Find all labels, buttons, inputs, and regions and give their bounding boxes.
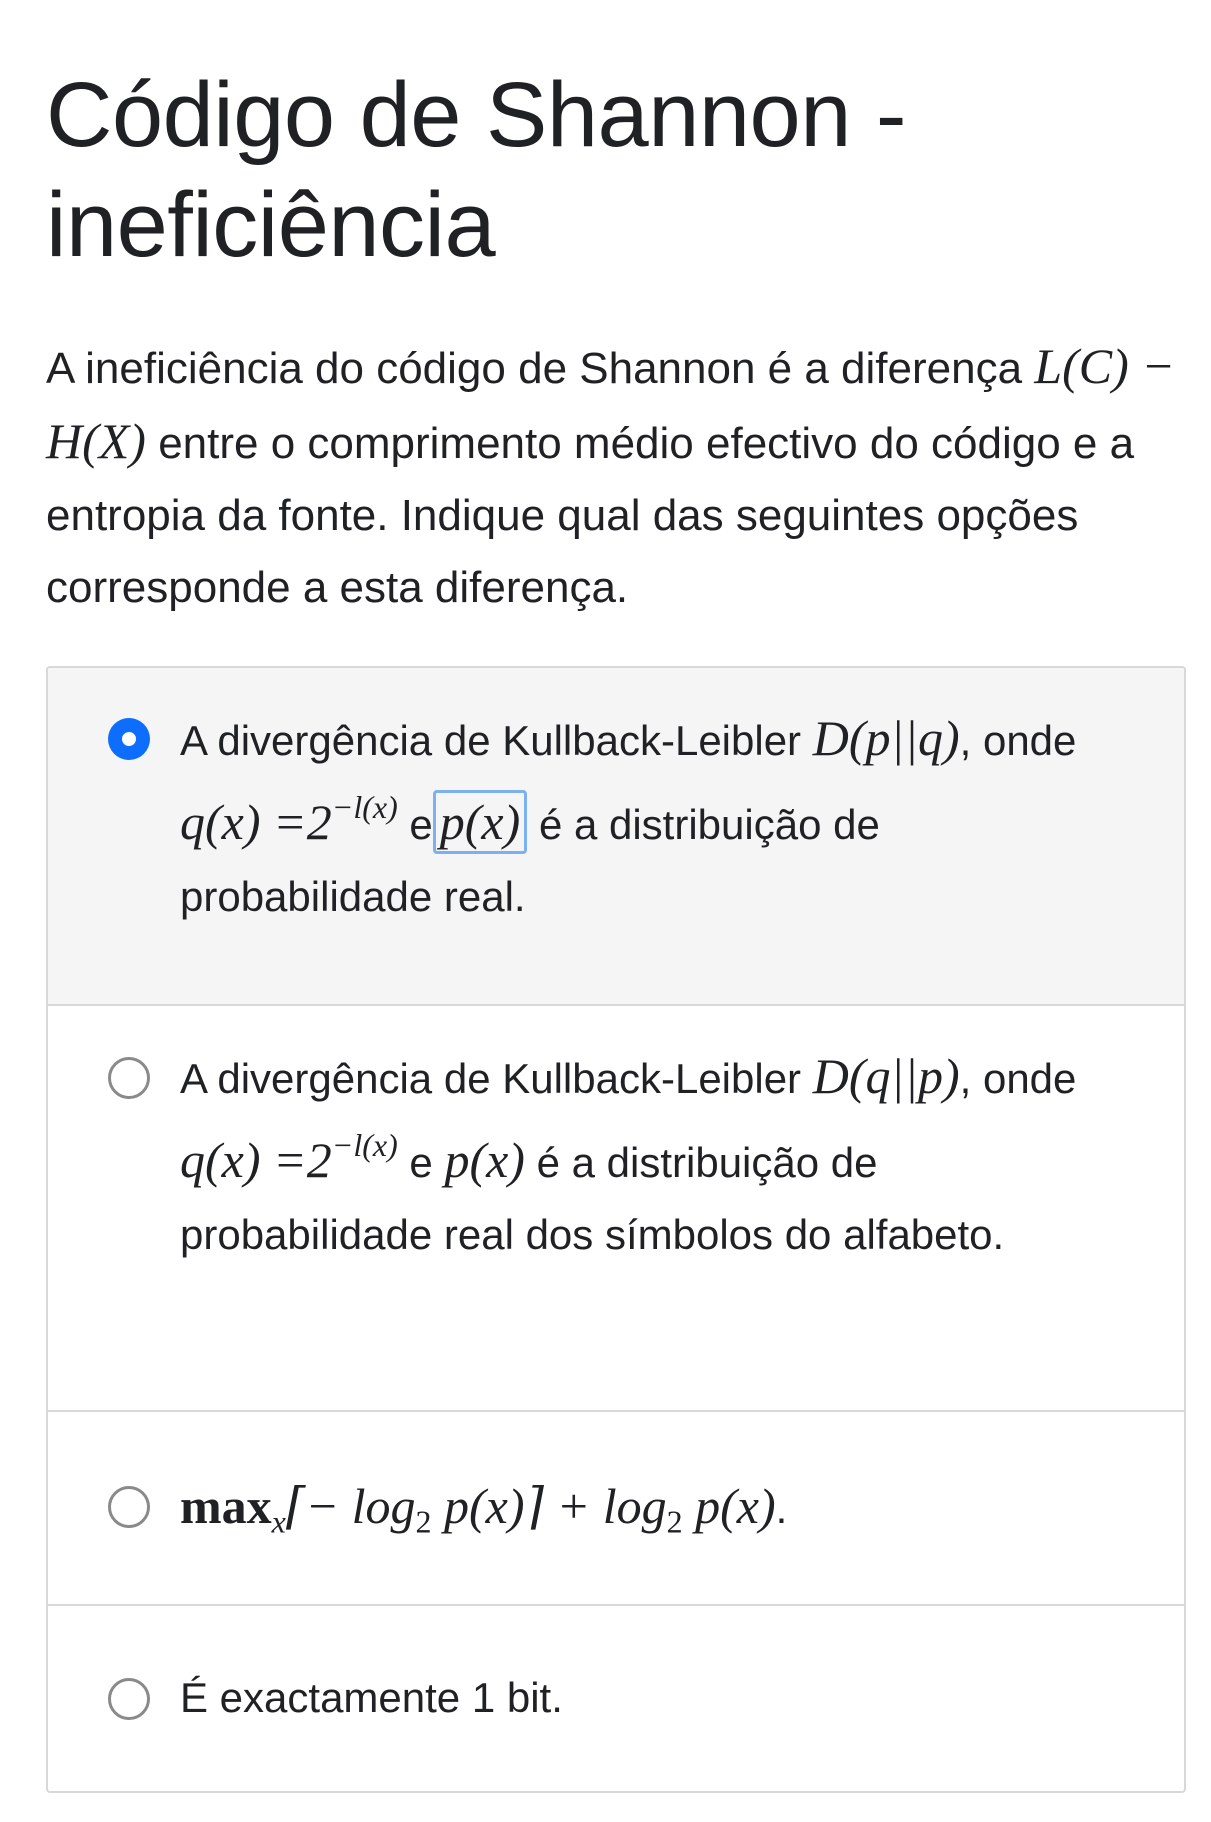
option-math: D(p||q) — [812, 710, 960, 766]
question-text: A ineficiência do código de Shannon é a … — [46, 330, 1176, 624]
option-math: p(x)⌉ + log — [431, 1478, 667, 1534]
option-math-superscript: −l(x) — [331, 789, 398, 825]
page-title: Código de Shannon - ineficiência — [46, 64, 907, 276]
answer-options: A divergência de Kullback-Leibler D(p||q… — [46, 666, 1186, 1793]
option-max-log[interactable]: maxx⌈− log2 p(x)⌉ + log2 p(x). — [48, 1412, 1184, 1606]
option-math: q(x) =2 — [180, 794, 332, 850]
option-math: p(x) — [444, 1132, 525, 1188]
option-text: A divergência de Kullback-Leibler — [180, 717, 802, 764]
question-text-after: entre o comprimento médio efectivo do có… — [46, 419, 1135, 612]
quiz-page: Código de Shannon - ineficiência A inefi… — [0, 0, 1211, 1822]
option-label: A divergência de Kullback-Leibler D(p||q… — [180, 702, 1140, 933]
option-math: ⌈− log — [285, 1478, 416, 1534]
option-text: , onde — [959, 1055, 1077, 1102]
option-label: É exactamente 1 bit. — [180, 1674, 563, 1721]
option-math-subscript: 2 — [666, 1503, 683, 1540]
highlighted-math: p(x) — [432, 790, 528, 854]
option-kl-pq[interactable]: A divergência de Kullback-Leibler D(p||q… — [48, 668, 1184, 1006]
radio-unselected-icon[interactable] — [108, 1486, 150, 1528]
radio-selected-icon[interactable] — [108, 718, 150, 760]
option-text: . — [775, 1485, 788, 1532]
radio-unselected-icon[interactable] — [108, 1678, 150, 1720]
option-math: p(x) — [682, 1478, 776, 1534]
option-one-bit[interactable]: É exactamente 1 bit. — [48, 1606, 1184, 1791]
option-math: D(q||p) — [812, 1048, 960, 1104]
option-text: e — [409, 801, 433, 848]
radio-unselected-icon[interactable] — [108, 1057, 150, 1099]
option-math-subscript: 2 — [415, 1503, 432, 1540]
option-label: A divergência de Kullback-Leibler D(q||p… — [180, 1040, 1140, 1271]
option-math: max — [180, 1478, 272, 1534]
option-kl-qp[interactable]: A divergência de Kullback-Leibler D(q||p… — [48, 1006, 1184, 1412]
option-label: maxx⌈− log2 p(x)⌉ + log2 p(x). — [180, 1470, 1140, 1557]
option-text: , onde — [959, 717, 1077, 764]
option-math-subscript: x — [271, 1503, 286, 1540]
option-math-superscript: −l(x) — [331, 1127, 398, 1163]
question-text-before: A ineficiência do código de Shannon é a … — [46, 344, 1023, 393]
option-text: e — [409, 1139, 433, 1186]
option-math: q(x) =2 — [180, 1132, 332, 1188]
option-text: A divergência de Kullback-Leibler — [180, 1055, 802, 1102]
